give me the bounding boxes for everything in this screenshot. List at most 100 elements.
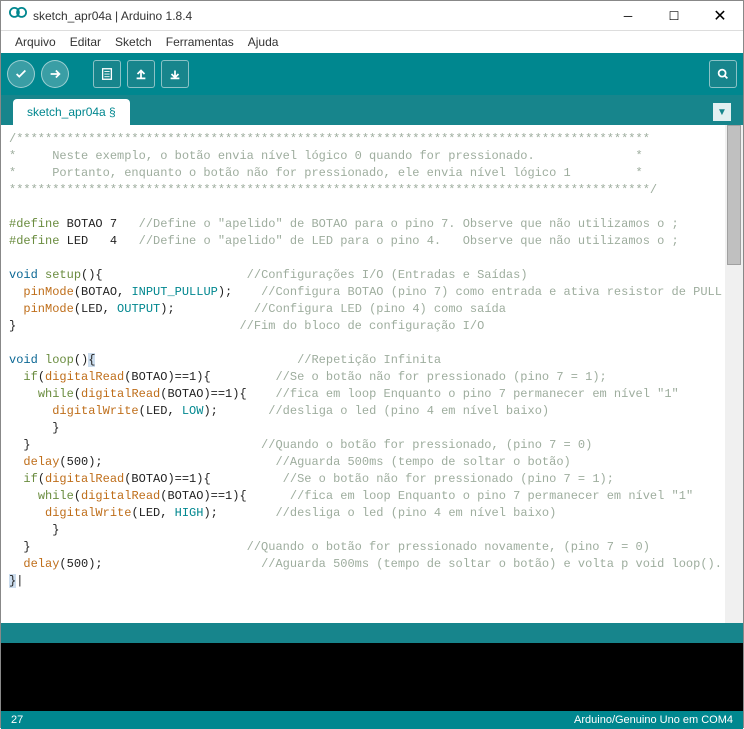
console[interactable] (1, 643, 743, 711)
tab-label: sketch_apr04a § (27, 105, 116, 119)
code-tok: INPUT_PULLUP (131, 285, 217, 299)
code-tok: (BOTAO)==1){ (160, 489, 290, 503)
code-tok: ); (203, 404, 268, 418)
code-line: * Neste exemplo, o botão envia nível lóg… (9, 149, 643, 163)
code-tok: digitalRead (45, 472, 124, 486)
code-tok: (500); (59, 455, 275, 469)
code-tok: if (23, 370, 37, 384)
code-tok: //fica em loop Enquanto o pino 7 permane… (275, 387, 678, 401)
code-tok: } (9, 319, 239, 333)
code-tok: //Se o botão não for pressionado (pino 7… (283, 472, 614, 486)
code-tok (9, 455, 23, 469)
code-tok (9, 404, 52, 418)
code-tok: //Configurações I/O (Entradas e Saídas) (247, 268, 528, 282)
tabbar: sketch_apr04a § ▼ (1, 95, 743, 125)
minimize-button[interactable]: ─ (605, 1, 651, 31)
new-sketch-button[interactable] (93, 60, 121, 88)
cursor: | (16, 574, 23, 588)
menu-arquivo[interactable]: Arquivo (9, 33, 62, 51)
code-tok (9, 370, 23, 384)
code-tok: digitalRead (81, 387, 160, 401)
code-tok: //Fim do bloco de configuração I/O (239, 319, 484, 333)
footer: 27 Arduino/Genuino Uno em COM4 (1, 711, 743, 729)
upload-button[interactable] (41, 60, 69, 88)
code-tok: } (9, 438, 261, 452)
code-tok: (LED, (139, 404, 182, 418)
code-tok: } (9, 540, 247, 554)
window-title: sketch_apr04a | Arduino 1.8.4 (33, 9, 605, 23)
code-tok: HIGH (175, 506, 204, 520)
code-tok: //fica em loop Enquanto o pino 7 permane… (290, 489, 693, 503)
code-tok: ); (218, 285, 261, 299)
code-tok: #define (9, 217, 59, 231)
code-tok: } (9, 523, 59, 537)
code-tok: //Define o "apelido" de LED para o pino … (139, 234, 679, 248)
code-tok: (){ (81, 268, 247, 282)
code-tok: delay (23, 557, 59, 571)
code-tok: (LED, (74, 302, 117, 316)
code-tok: //Aguarda 500ms (tempo de soltar o botão… (275, 455, 570, 469)
code-area[interactable]: /***************************************… (1, 125, 725, 623)
code-tok: (BOTAO)==1){ (124, 472, 282, 486)
code-tok (9, 557, 23, 571)
code-tok: (500); (59, 557, 261, 571)
code-tok: ( (38, 370, 45, 384)
code-tok (9, 506, 45, 520)
close-button[interactable]: ✕ (697, 1, 743, 31)
code-tok (95, 353, 297, 367)
save-sketch-button[interactable] (161, 60, 189, 88)
code-tok: BOTAO 7 (59, 217, 138, 231)
code-tok: ( (74, 489, 81, 503)
code-tok: void (9, 268, 38, 282)
code-tok: (LED, (131, 506, 174, 520)
code-tok (9, 285, 23, 299)
code-tok: //Se o botão não for pressionado (pino 7… (275, 370, 606, 384)
scrollbar-thumb[interactable] (727, 125, 741, 265)
code-tok (38, 268, 45, 282)
code-tok: delay (23, 455, 59, 469)
scrollbar[interactable] (725, 125, 743, 623)
line-number: 27 (11, 714, 574, 726)
code-tok: while (38, 489, 74, 503)
code-tok (9, 387, 38, 401)
code-tok: digitalRead (81, 489, 160, 503)
board-info: Arduino/Genuino Uno em COM4 (574, 714, 733, 726)
toolbar (1, 53, 743, 95)
code-tok: ); (160, 302, 254, 316)
tab-sketch[interactable]: sketch_apr04a § (13, 99, 130, 125)
code-tok: //Repetição Infinita (297, 353, 441, 367)
code-tok: //Configura LED (pino 4) como saída (254, 302, 506, 316)
code-tok: LED 4 (59, 234, 138, 248)
code-tok: //Define o "apelido" de BOTAO para o pin… (139, 217, 679, 231)
code-tok: OUTPUT (117, 302, 160, 316)
code-tok (9, 489, 38, 503)
open-sketch-button[interactable] (127, 60, 155, 88)
arduino-logo-icon (9, 7, 27, 25)
code-tok: if (23, 472, 37, 486)
code-tok: ( (74, 387, 81, 401)
code-tok: pinMode (23, 302, 73, 316)
code-line: ****************************************… (9, 183, 657, 197)
serial-monitor-button[interactable] (709, 60, 737, 88)
menu-sketch[interactable]: Sketch (109, 33, 158, 51)
menu-editar[interactable]: Editar (64, 33, 107, 51)
code-tok: (BOTAO, (74, 285, 132, 299)
verify-button[interactable] (7, 60, 35, 88)
editor: /***************************************… (1, 125, 743, 623)
code-tok: //Aguarda 500ms (tempo de soltar o botão… (261, 557, 722, 571)
code-tok: //Quando o botão for pressionado novamen… (247, 540, 650, 554)
code-tok: loop (45, 353, 74, 367)
code-tok: while (38, 387, 74, 401)
menu-ferramentas[interactable]: Ferramentas (160, 33, 240, 51)
menu-ajuda[interactable]: Ajuda (242, 33, 285, 51)
code-tok: setup (45, 268, 81, 282)
code-tok: digitalWrite (45, 506, 131, 520)
code-tok: (BOTAO)==1){ (124, 370, 275, 384)
code-tok: //Quando o botão for pressionado, (pino … (261, 438, 592, 452)
code-tok: pinMode (23, 285, 73, 299)
code-tok: //desliga o led (pino 4 em nível baixo) (268, 404, 549, 418)
code-tok: (BOTAO)==1){ (160, 387, 275, 401)
tab-menu-button[interactable]: ▼ (713, 103, 731, 121)
code-tok: ( (38, 472, 45, 486)
maximize-button[interactable]: ☐ (651, 1, 697, 31)
